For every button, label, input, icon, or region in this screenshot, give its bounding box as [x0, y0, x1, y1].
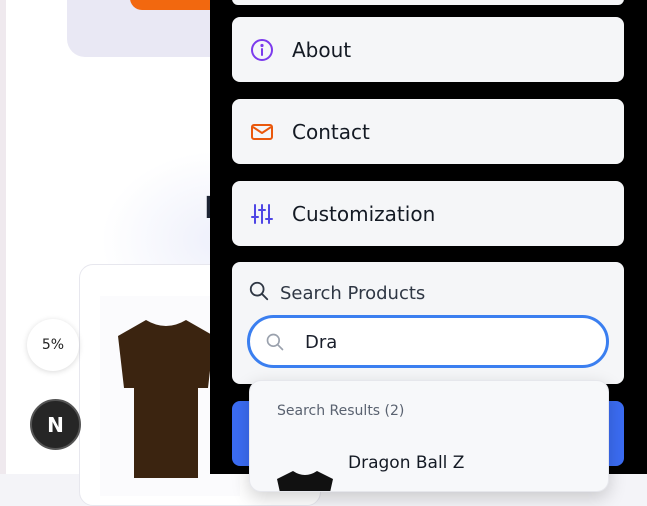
- search-results-dropdown: Search Results (2) Dragon Ball Z: [249, 380, 609, 492]
- result-thumbnail: [277, 471, 333, 491]
- mail-icon: [250, 120, 274, 144]
- dev-tools-logo: N: [47, 412, 64, 437]
- tshirt-image: [118, 320, 214, 478]
- zoom-badge[interactable]: 5%: [27, 319, 79, 371]
- menu-item-customization[interactable]: Customization: [232, 181, 624, 246]
- menu-item-label: Contact: [292, 119, 370, 144]
- menu-item-label: Customization: [292, 201, 436, 226]
- search-icon: [248, 280, 270, 306]
- search-panel-title: Search Products: [280, 282, 426, 304]
- search-panel-header: Search Products: [248, 280, 425, 306]
- dev-tools-badge[interactable]: N: [30, 399, 81, 450]
- sliders-icon: [250, 202, 274, 226]
- search-result-item[interactable]: Dragon Ball Z: [348, 453, 464, 473]
- search-results-header: Search Results (2): [277, 403, 405, 419]
- search-field[interactable]: [247, 315, 609, 368]
- search-icon: [265, 332, 285, 356]
- info-icon: [250, 38, 274, 62]
- menu-item-contact[interactable]: Contact: [232, 99, 624, 164]
- menu-item-label: About: [292, 37, 352, 62]
- menu-item-about[interactable]: About: [232, 17, 624, 82]
- zoom-badge-label: 5%: [41, 337, 65, 353]
- menu-item-partial[interactable]: [232, 0, 624, 5]
- search-input[interactable]: [303, 328, 597, 357]
- page-edge: [0, 0, 6, 474]
